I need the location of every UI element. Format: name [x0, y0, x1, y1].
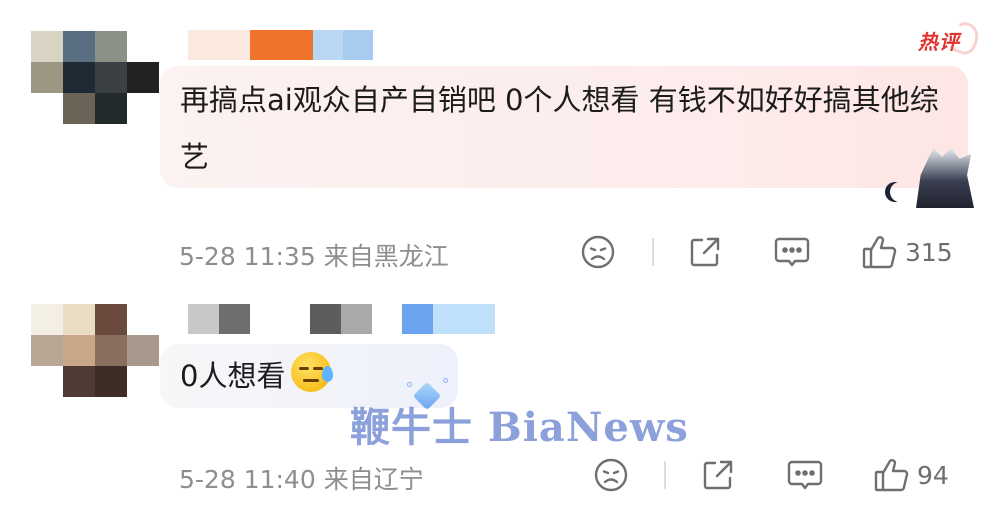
reply-button[interactable]	[773, 232, 811, 272]
comment-bubble-icon	[774, 237, 810, 267]
reply-button[interactable]	[786, 455, 824, 495]
comment-meta: 5-28 11:35 来自黑龙江	[179, 237, 449, 273]
share-icon	[690, 237, 720, 267]
username-redacted[interactable]	[188, 30, 373, 60]
comment-time: 5-28 11:35	[179, 242, 316, 271]
name-pixel	[250, 304, 310, 334]
share-button[interactable]	[700, 455, 736, 495]
dislike-button[interactable]	[580, 232, 616, 272]
frown-face-icon	[594, 458, 628, 492]
name-pixel	[219, 304, 250, 334]
comment-text-content: 0人想看	[180, 359, 286, 393]
name-pixel	[250, 30, 313, 60]
avatar-pixel	[31, 304, 63, 335]
avatar-pixel	[95, 304, 127, 335]
avatar-pixel	[95, 93, 127, 124]
like-count: 315	[905, 237, 953, 267]
avatar-pixel	[95, 366, 127, 397]
frown-face-icon	[581, 235, 615, 269]
avatar-pixel	[31, 62, 63, 93]
avatar-pixel	[63, 31, 95, 62]
comment-meta: 5-28 11:40 来自辽宁	[179, 460, 424, 496]
like-button[interactable]: 315	[861, 232, 953, 272]
avatar[interactable]	[31, 31, 159, 124]
share-icon	[703, 460, 733, 490]
avatar-pixel	[127, 62, 159, 93]
watermark-logo: 鞭牛士 BiaNews	[350, 404, 689, 451]
avatar-pixel	[127, 304, 159, 335]
avatar[interactable]	[31, 304, 159, 397]
avatar-pixel	[31, 366, 63, 397]
comment-text: 再搞点ai观众自产自销吧 0个人想看 有钱不如好好搞其他综艺	[180, 83, 939, 174]
comment-location: 来自黑龙江	[323, 242, 449, 271]
avatar-pixel	[31, 31, 63, 62]
avatar-pixel	[63, 335, 95, 366]
avatar-pixel	[63, 93, 95, 124]
name-pixel	[372, 304, 402, 334]
comment-time: 5-28 11:40	[179, 465, 316, 494]
name-pixel	[433, 304, 495, 334]
dislike-button[interactable]	[593, 455, 629, 495]
thumbs-up-icon	[862, 236, 897, 269]
username-redacted[interactable]	[188, 304, 495, 334]
avatar-pixel	[127, 335, 159, 366]
avatar-pixel	[31, 93, 63, 124]
moon-icon	[890, 182, 910, 202]
like-button[interactable]: 94	[873, 455, 949, 495]
comment-text: 0人想看	[180, 348, 334, 405]
comment-item-1: 热评 再搞点ai观众自产自销吧 0个人想看 有钱不如好好搞其他综艺 5-28 1…	[0, 0, 1000, 290]
avatar-pixel	[127, 93, 159, 124]
share-button[interactable]	[687, 232, 723, 272]
name-pixel	[313, 30, 343, 60]
avatar-pixel	[63, 366, 95, 397]
avatar-pixel	[31, 335, 63, 366]
name-pixel	[402, 304, 433, 334]
name-pixel	[188, 30, 250, 60]
comment-bubble-icon	[787, 460, 823, 490]
hot-comment-badge: 热评	[918, 26, 960, 55]
cat-character-icon	[916, 148, 974, 208]
avatar-pixel	[127, 31, 159, 62]
divider	[652, 238, 654, 266]
name-pixel	[343, 30, 373, 60]
sweat-face-emoji-icon	[291, 352, 334, 392]
comment-bubble[interactable]: 再搞点ai观众自产自销吧 0个人想看 有钱不如好好搞其他综艺	[160, 66, 968, 188]
like-count: 94	[917, 460, 949, 490]
thumbs-up-icon	[874, 459, 909, 492]
comment-location: 来自辽宁	[323, 465, 424, 494]
divider	[664, 461, 666, 489]
avatar-pixel	[95, 62, 127, 93]
avatar-pixel	[127, 366, 159, 397]
avatar-pixel	[63, 304, 95, 335]
name-pixel	[310, 304, 341, 334]
avatar-pixel	[95, 31, 127, 62]
name-pixel	[188, 304, 219, 334]
name-pixel	[341, 304, 372, 334]
avatar-pixel	[63, 62, 95, 93]
decorative-character-badge	[890, 148, 978, 210]
avatar-pixel	[95, 335, 127, 366]
